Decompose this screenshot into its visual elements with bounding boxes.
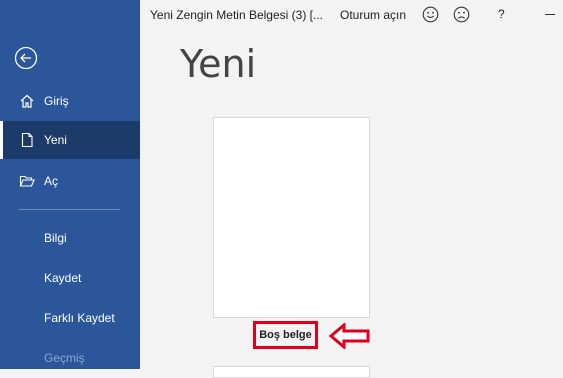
title-bar: Yeni Zengin Metin Belgesi (3) [... Oturu… (140, 0, 563, 30)
open-folder-icon (19, 173, 35, 189)
nav-item-open[interactable]: Aç (0, 162, 140, 200)
help-button[interactable]: ? (498, 7, 505, 21)
nav-item-home[interactable]: Giriş (0, 82, 140, 120)
blank-document-template[interactable] (213, 117, 370, 318)
nav-item-label: Aç (44, 174, 59, 188)
frown-feedback-icon[interactable] (453, 6, 470, 26)
nav-item-label: Yeni (44, 133, 67, 147)
nav-item-save[interactable]: Kaydet (44, 271, 81, 285)
red-arrow-annotation-icon (328, 321, 371, 354)
new-document-icon (19, 132, 35, 148)
nav-divider (19, 209, 120, 210)
smile-feedback-icon[interactable] (422, 6, 439, 26)
template-label-blank-document[interactable]: Boş belge (253, 321, 318, 349)
nav-item-history: Geçmiş (44, 351, 85, 365)
sign-in-link[interactable]: Oturum açın (340, 8, 406, 22)
nav-item-label: Giriş (44, 94, 69, 108)
template-thumbnail[interactable] (213, 366, 370, 378)
template-label: Boş belge (259, 329, 312, 341)
nav-item-info[interactable]: Bilgi (44, 231, 67, 245)
back-arrow-icon[interactable] (14, 46, 38, 70)
nav-item-save-as[interactable]: Farklı Kaydet (44, 311, 115, 325)
nav-item-new[interactable]: Yeni (0, 121, 140, 159)
minimize-icon[interactable] (545, 14, 555, 15)
home-icon (19, 93, 35, 109)
page-title: Yeni (180, 42, 257, 86)
backstage-sidebar: Giriş Yeni Aç Bilgi Kaydet Farklı Kaydet… (0, 0, 140, 369)
document-title: Yeni Zengin Metin Belgesi (3) [... (150, 8, 323, 22)
